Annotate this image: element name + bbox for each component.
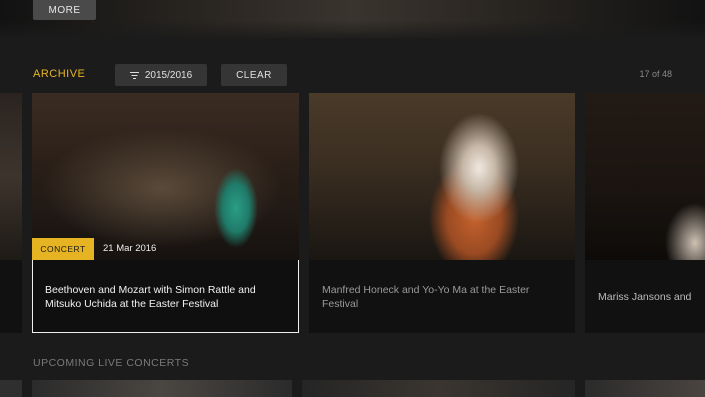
- season-filter-label: 2015/2016: [144, 69, 193, 81]
- upcoming-card[interactable]: [32, 380, 292, 397]
- filter-lines-icon: [129, 71, 139, 79]
- concert-card-selected[interactable]: CONCERT 21 Mar 2016 Beethoven and Mozart…: [32, 93, 299, 333]
- season-filter-button[interactable]: 2015/2016: [115, 64, 207, 86]
- concert-thumbnail: [0, 93, 22, 260]
- more-button[interactable]: MORE: [33, 0, 96, 20]
- concert-thumbnail: [585, 93, 705, 260]
- upcoming-heading: UPCOMING LIVE CONCERTS: [33, 357, 190, 369]
- upcoming-card[interactable]: [585, 380, 705, 397]
- upcoming-card[interactable]: [0, 380, 22, 397]
- upcoming-card[interactable]: [302, 380, 575, 397]
- category-badge: CONCERT: [32, 238, 94, 260]
- concert-card-previous[interactable]: [0, 93, 22, 333]
- concert-title: Manfred Honeck and Yo-Yo Ma at the Easte…: [322, 284, 530, 310]
- result-counter: 17 of 48: [639, 69, 672, 79]
- concert-title: Beethoven and Mozart with Simon Rattle a…: [45, 284, 256, 310]
- concert-title: Mariss Jansons and: [598, 291, 692, 303]
- concert-thumbnail: [309, 93, 575, 260]
- clear-button[interactable]: CLEAR: [221, 64, 287, 86]
- concert-thumbnail: [32, 93, 299, 260]
- concert-card[interactable]: Manfred Honeck and Yo-Yo Ma at the Easte…: [309, 93, 575, 333]
- archive-heading: ARCHIVE: [33, 68, 86, 80]
- concert-card-next[interactable]: Mariss Jansons and: [585, 93, 705, 333]
- concert-date: 21 Mar 2016: [103, 243, 157, 254]
- hero-banner: [0, 0, 705, 38]
